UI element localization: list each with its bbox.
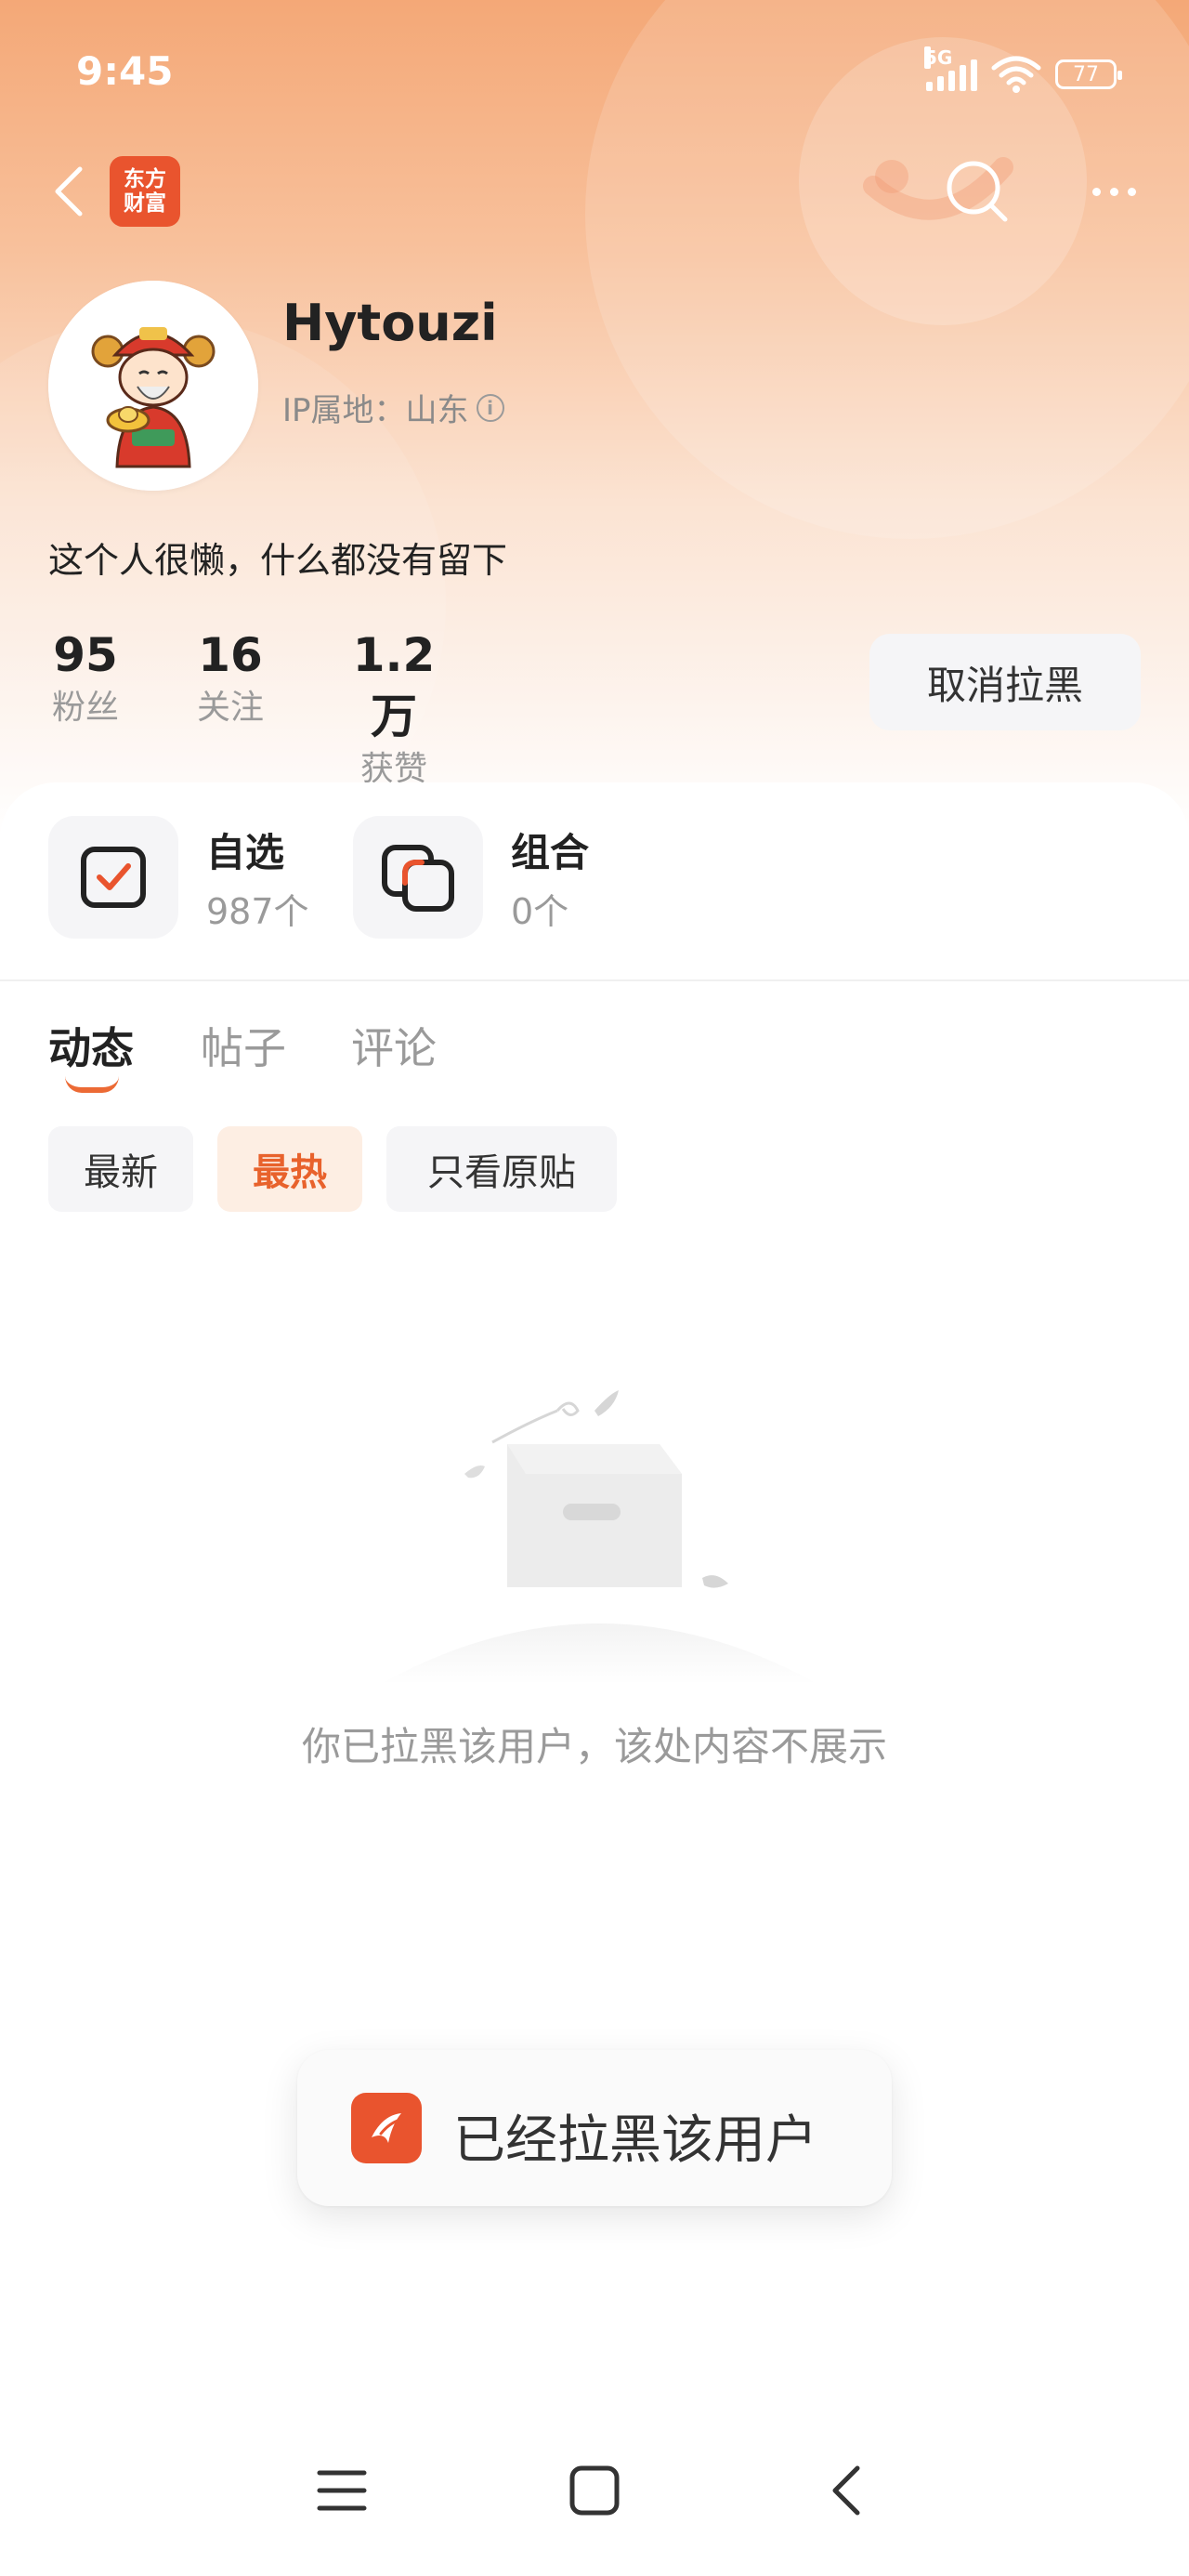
empty-box-illustration: [372, 1377, 827, 1693]
cellular-signal-icon: 5G: [924, 46, 977, 91]
toast-message: 已经拉黑该用户: [453, 2110, 817, 2171]
toast-notification: 已经拉黑该用户: [297, 2050, 892, 2206]
system-navigation-bar: [0, 2435, 1189, 2537]
user-bio: 这个人很懒，什么都没有留下: [48, 540, 508, 581]
eastmoney-logo-icon: [372, 2113, 401, 2143]
home-button[interactable]: [557, 2453, 632, 2528]
top-navigation: 东方 财富: [0, 149, 1189, 234]
stat-following[interactable]: 16 关注: [193, 624, 268, 730]
status-time: 9:45: [76, 48, 174, 94]
more-dot-icon: [1091, 187, 1101, 196]
search-button[interactable]: [944, 158, 1011, 225]
more-dot-icon: [1109, 187, 1118, 196]
stat-value: 1.2万: [352, 628, 436, 743]
stat-likes[interactable]: 1.2万 获赞: [336, 624, 451, 792]
menu-button[interactable]: [305, 2453, 379, 2528]
app-logo-icon: [351, 2093, 422, 2163]
watchlist-entry[interactable]: 自选 987个: [48, 816, 327, 939]
system-back-button[interactable]: [810, 2453, 884, 2528]
back-button[interactable]: [45, 162, 100, 221]
portfolio-icon-box: [353, 816, 483, 939]
battery-level: 77: [1073, 62, 1099, 86]
avatar[interactable]: [48, 281, 258, 491]
chevron-left-icon: [832, 2465, 860, 2516]
logo-text-line1: 东方: [124, 167, 166, 191]
home-square-icon: [569, 2465, 620, 2516]
watchlist-check-icon: [81, 847, 146, 908]
tab-posts[interactable]: 帖子: [201, 1015, 286, 1076]
wifi-icon: [991, 56, 1041, 93]
status-bar: 9:45 5G 77: [0, 0, 1189, 149]
stat-fans[interactable]: 95 粉丝: [48, 624, 123, 730]
portfolio-icon: [382, 845, 454, 912]
status-icons: 5G 77: [924, 46, 1122, 95]
battery-icon: 77: [1055, 59, 1122, 89]
section-divider: [0, 979, 1189, 981]
tab-comments[interactable]: 评论: [351, 1015, 437, 1076]
unblock-button[interactable]: 取消拉黑: [869, 634, 1141, 730]
tab-activity[interactable]: 动态: [48, 1015, 134, 1093]
chevron-left-icon: [55, 166, 83, 217]
watchlist-count: 987个: [206, 891, 309, 932]
filter-hottest[interactable]: 最热: [217, 1126, 362, 1212]
stat-label: 关注: [196, 689, 264, 727]
ip-location-text: IP属地：山东: [282, 392, 469, 429]
profile-page: 9:45 5G 77 东方 财富 Hytouzi IP属地：山东 i 这个人很懒…: [0, 0, 1189, 2576]
filter-original-only[interactable]: 只看原贴: [386, 1126, 617, 1212]
more-options-button[interactable]: [1081, 165, 1146, 217]
app-logo[interactable]: 东方 财富: [110, 156, 180, 227]
ip-location: IP属地：山东 i: [282, 385, 504, 430]
logo-text-line2: 财富: [124, 191, 166, 216]
hamburger-icon: [317, 2470, 367, 2511]
empty-box-icon: [381, 1390, 817, 1684]
content-card: 自选 987个 组合 0个 动态 帖子 评论 最新 最热 只看原贴 你已拉黑该用…: [0, 782, 1189, 2576]
network-type-label: 5G: [924, 46, 953, 69]
more-dot-icon: [1127, 187, 1136, 196]
filter-latest[interactable]: 最新: [48, 1126, 193, 1212]
portfolio-count: 0个: [511, 891, 569, 932]
username: Hytouzi: [282, 294, 498, 352]
watchlist-title: 自选: [206, 830, 285, 875]
empty-state-message: 你已拉黑该用户，该处内容不展示: [301, 1724, 887, 1769]
god-of-wealth-avatar-icon: [48, 281, 258, 491]
search-icon: [947, 161, 1008, 222]
watchlist-icon-box: [48, 816, 178, 939]
stat-value: 95: [53, 628, 118, 682]
stat-value: 16: [198, 628, 263, 682]
tab-label: 动态: [48, 1023, 134, 1073]
portfolio-entry[interactable]: 组合 0个: [353, 816, 632, 939]
active-tab-indicator: [65, 1076, 119, 1093]
info-icon[interactable]: i: [476, 393, 504, 422]
portfolio-title: 组合: [511, 830, 590, 875]
stat-label: 粉丝: [51, 689, 119, 727]
